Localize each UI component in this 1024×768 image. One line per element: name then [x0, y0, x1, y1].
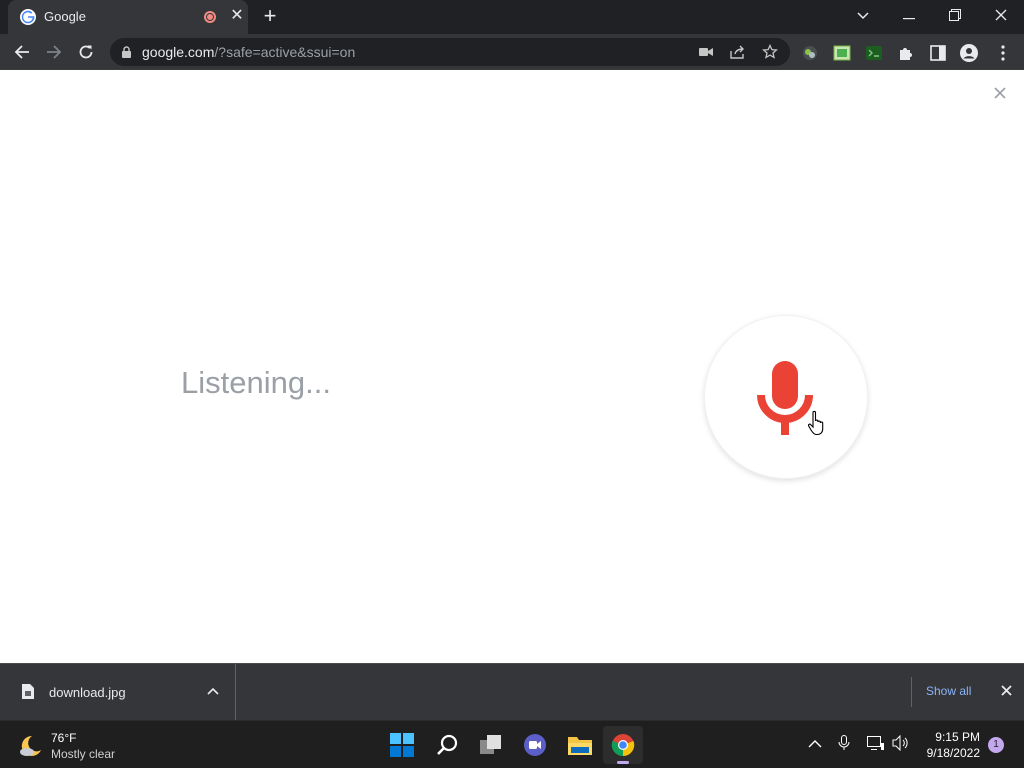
clock-time[interactable]: 9:15 PM [930, 730, 980, 744]
windows-logo-icon [390, 733, 414, 757]
search-icon [437, 734, 458, 755]
volume-icon[interactable] [892, 734, 910, 753]
camera-in-use-icon[interactable] [698, 44, 714, 60]
forward-button[interactable] [40, 38, 68, 66]
download-shelf: download.jpg Show all [0, 663, 1024, 721]
side-panel-icon[interactable] [929, 44, 947, 62]
file-explorer-button[interactable] [559, 726, 599, 764]
screen: Google ✕ + google.com/?safe=active&ssui=… [0, 0, 1024, 768]
microphone-icon [757, 361, 813, 435]
download-item[interactable]: download.jpg [0, 664, 236, 721]
chevron-up-icon[interactable] [204, 682, 222, 700]
back-button[interactable] [8, 38, 36, 66]
extensions-puzzle-icon[interactable] [897, 44, 915, 62]
notification-badge[interactable]: 1 [988, 737, 1004, 753]
tab-close-icon[interactable]: ✕ [228, 7, 246, 25]
file-icon [22, 684, 34, 699]
google-favicon-icon [20, 9, 36, 25]
lock-icon[interactable] [122, 46, 131, 58]
start-button[interactable] [382, 726, 422, 764]
microphone-tray-icon[interactable] [835, 735, 853, 753]
new-tab-button[interactable]: + [258, 5, 282, 29]
mic-button[interactable] [704, 315, 868, 479]
extension-terminal-icon[interactable] [865, 44, 883, 62]
folder-icon [568, 737, 592, 755]
close-voice-search-icon[interactable] [990, 83, 1010, 103]
voice-search-page: Listening... [0, 71, 1024, 663]
taskbar-search-button[interactable] [427, 726, 467, 764]
bookmark-star-icon[interactable] [762, 43, 778, 60]
show-hidden-icons-chevron-icon[interactable] [806, 735, 824, 753]
share-icon[interactable] [730, 44, 746, 60]
chrome-icon [611, 734, 635, 757]
shelf-divider [911, 677, 912, 707]
tab-search-icon[interactable] [840, 0, 886, 34]
menu-kebab-icon[interactable] [994, 44, 1012, 62]
active-app-indicator [617, 761, 629, 764]
windows-taskbar: 76°F Mostly clear 9:15 PM 9/18/2022 1 [0, 720, 1024, 768]
clock-date[interactable]: 9/18/2022 [916, 746, 980, 760]
restore-button[interactable] [932, 0, 978, 34]
video-meet-icon [524, 734, 546, 756]
extension-puzzle-green-icon[interactable] [801, 44, 819, 62]
chrome-button[interactable] [603, 726, 643, 764]
task-view-icon [480, 735, 501, 754]
url-host: google.com [142, 44, 215, 60]
meet-button[interactable] [515, 726, 555, 764]
recording-indicator-icon [204, 11, 216, 23]
show-all-link[interactable]: Show all [926, 684, 971, 698]
listening-status: Listening... [181, 365, 331, 400]
address-bar[interactable]: google.com/?safe=active&ssui=on [110, 38, 790, 66]
extension-screenshot-icon[interactable] [833, 44, 851, 62]
weather-temperature[interactable]: 76°F [51, 731, 76, 745]
weather-description[interactable]: Mostly clear [51, 747, 115, 761]
reload-button[interactable] [72, 38, 100, 66]
hand-cursor-icon [808, 410, 824, 436]
close-window-button[interactable] [978, 0, 1024, 34]
tab-strip: Google ✕ + [0, 0, 1024, 34]
download-filename: download.jpg [49, 685, 126, 700]
close-shelf-icon[interactable] [996, 682, 1016, 702]
weather-moon-cloud-icon[interactable] [18, 733, 44, 759]
tab-title: Google [44, 9, 86, 24]
network-icon[interactable] [866, 735, 884, 753]
url-path: /?safe=active&ssui=on [214, 44, 356, 60]
task-view-button[interactable] [471, 726, 511, 764]
tab-google[interactable]: Google ✕ [8, 0, 248, 34]
minimize-button[interactable] [886, 0, 932, 34]
profile-avatar-icon[interactable] [960, 44, 978, 62]
url-text: google.com/?safe=active&ssui=on [142, 44, 355, 60]
